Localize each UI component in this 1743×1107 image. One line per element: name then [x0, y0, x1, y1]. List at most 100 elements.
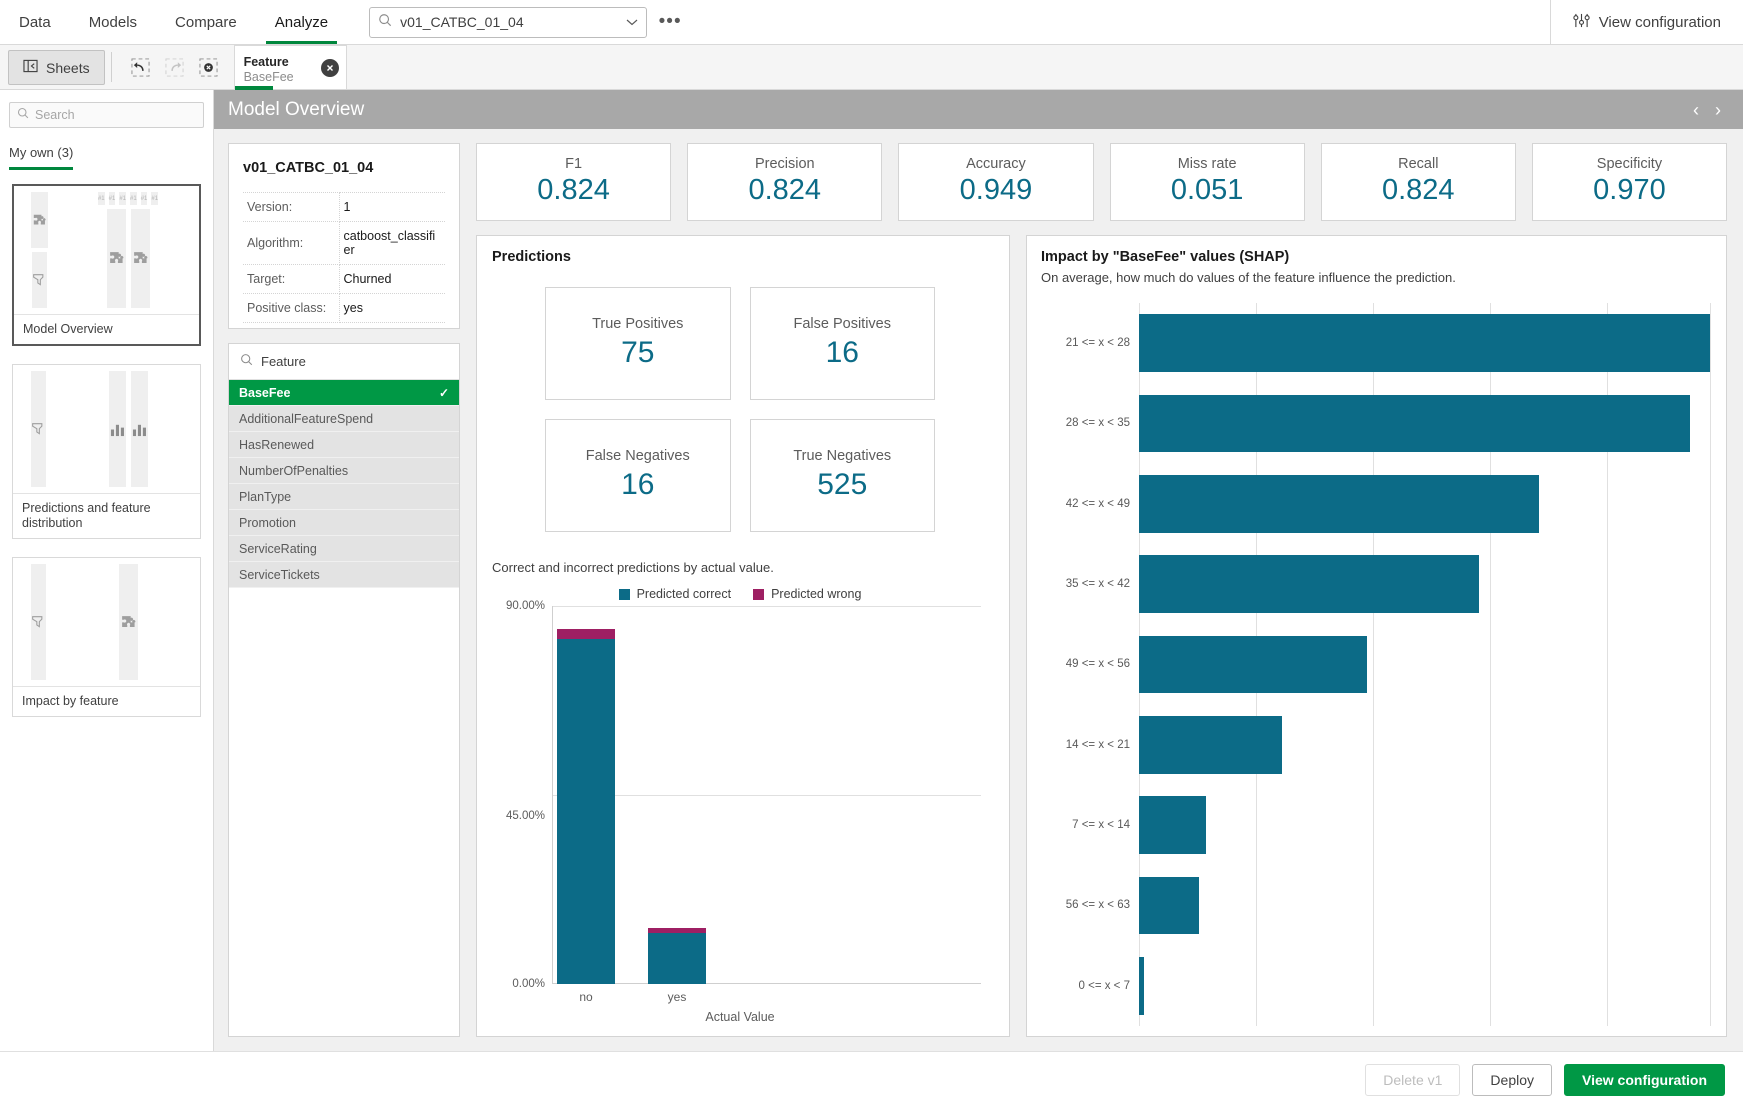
model-info-key: Positive class: — [243, 293, 340, 323]
shap-bar[interactable] — [1139, 956, 1144, 1015]
list-item-servicerating[interactable]: ServiceRating — [229, 536, 459, 562]
shap-row-label: 56 <= x < 63 — [1065, 899, 1130, 912]
next-sheet-button[interactable]: › — [1715, 101, 1721, 119]
shap-bar[interactable] — [1139, 394, 1690, 453]
nav-tab-label: Analyze — [274, 13, 329, 31]
filter-pane-icon — [30, 371, 46, 487]
bar-segment-predicted-correct[interactable] — [648, 933, 706, 984]
bar-segment-predicted-wrong[interactable] — [557, 628, 615, 640]
feature-label: NumberOfPenalties — [239, 463, 349, 478]
nav-tab-label: Data — [19, 13, 51, 31]
shap-row-0[interactable]: 21 <= x < 28 — [1041, 303, 1710, 383]
shap-bar[interactable] — [1139, 715, 1282, 774]
kpi-label: Recall — [1398, 156, 1439, 172]
list-item-servicetickets[interactable]: ServiceTickets — [229, 562, 459, 588]
sheet-search-placeholder: Search — [35, 108, 75, 122]
sheets-button-label: Sheets — [46, 59, 90, 76]
sheet-navigation: ‹ › — [1693, 101, 1729, 119]
shap-bar[interactable] — [1139, 314, 1710, 373]
kpi-label: Miss rate — [1177, 156, 1237, 172]
list-item-numberofpenalties[interactable]: NumberOfPenalties — [229, 458, 459, 484]
deploy-button[interactable]: Deploy — [1472, 1063, 1553, 1096]
shap-bar[interactable] — [1139, 635, 1368, 694]
thumb-kpi: #1 — [97, 192, 105, 205]
shap-row-4[interactable]: 49 <= x < 56 — [1041, 624, 1710, 704]
shap-card: Impact by "BaseFee" values (SHAP) On ave… — [1026, 235, 1727, 1037]
cm-cell-true-negatives: True Negatives 525 — [749, 419, 935, 532]
nav-tab-compare[interactable]: Compare — [156, 0, 256, 44]
bar-stack-no[interactable] — [557, 628, 615, 984]
shap-row-track — [1139, 464, 1710, 544]
cm-label: False Positives — [793, 316, 891, 332]
feature-label: Promotion — [239, 515, 296, 530]
view-configuration-button[interactable]: View configuration — [1564, 1063, 1725, 1096]
plot-area — [552, 606, 981, 984]
shap-bar[interactable] — [1139, 796, 1207, 855]
shap-row-track — [1139, 383, 1710, 463]
nav-tab-models[interactable]: Models — [70, 0, 156, 44]
gridline — [552, 795, 981, 796]
list-item-plantype[interactable]: PlanType — [229, 484, 459, 510]
prev-sheet-button[interactable]: ‹ — [1693, 101, 1699, 119]
selection-chip-feature[interactable]: Feature BaseFee — [233, 45, 347, 90]
shap-row-7[interactable]: 56 <= x < 63 — [1041, 865, 1710, 945]
kpi-label: F1 — [565, 156, 583, 172]
close-icon[interactable] — [320, 58, 339, 77]
sheet-search-input[interactable]: Search — [9, 102, 204, 128]
cm-value: 16 — [621, 468, 655, 501]
legend-swatch — [618, 588, 630, 600]
more-options-button[interactable]: ••• — [657, 9, 683, 35]
shap-bar-chart: 21 <= x < 28 28 <= x < 35 42 <= x < 49 3… — [1041, 303, 1711, 1026]
sheet-card-predictions-and-feature-distribution[interactable]: Predictions and feature distribution — [12, 364, 201, 539]
bar-segment-predicted-correct[interactable] — [557, 639, 615, 984]
legend-item-predicted-wrong[interactable]: Predicted wrong — [753, 587, 861, 601]
kpi-value: 0.051 — [1170, 174, 1244, 206]
nav-tab-analyze[interactable]: Analyze — [256, 0, 347, 44]
sheet-card-impact-by-feature[interactable]: Impact by feature — [12, 557, 201, 717]
toolbar-icon-group — [118, 45, 224, 89]
check-icon: ✓ — [438, 385, 449, 400]
shap-row-track — [1139, 785, 1710, 865]
shap-bar[interactable] — [1139, 876, 1199, 935]
list-item-additionalfeaturespend[interactable]: AdditionalFeatureSpend — [229, 406, 459, 432]
chevron-down-icon[interactable] — [626, 13, 638, 31]
sheet-body: v01_CATBC_01_04 Version: 1 Algorithm: ca… — [214, 129, 1743, 1051]
kpi-row: F1 0.824 Precision 0.824 Accuracy 0.949 — [476, 143, 1728, 221]
shap-row-5[interactable]: 14 <= x < 21 — [1041, 705, 1710, 785]
legend-item-predicted-correct[interactable]: Predicted correct — [618, 587, 731, 601]
kpi-label: Precision — [754, 156, 815, 172]
shap-bar[interactable] — [1139, 474, 1539, 533]
cm-value: 16 — [825, 336, 859, 369]
model-search-select[interactable]: v01_CATBC_01_04 — [369, 6, 648, 38]
sheets-button[interactable]: Sheets — [8, 50, 105, 85]
thumb-right-column: #1 #1 #1 #1 #1 #1 — [63, 192, 193, 308]
kpi-label: Accuracy — [966, 156, 1026, 172]
shap-row-6[interactable]: 7 <= x < 14 — [1041, 785, 1710, 865]
app-root: Data Models Compare Analyze v01_CATBC_01… — [0, 0, 1743, 1107]
shap-row-8[interactable]: 0 <= x < 7 — [1041, 946, 1710, 1026]
tab-my-own[interactable]: My own (3) — [9, 145, 74, 170]
shap-row-2[interactable]: 42 <= x < 49 — [1041, 464, 1710, 544]
shap-row-track — [1139, 865, 1710, 945]
delete-version-button[interactable]: Delete v1 — [1365, 1063, 1461, 1096]
clear-selections-icon[interactable] — [194, 52, 224, 82]
nav-tab-data[interactable]: Data — [0, 0, 70, 44]
feature-filter-pane: Feature BaseFee ✓ AdditionalFeatureSpend — [228, 343, 460, 1037]
undo-icon[interactable] — [126, 52, 156, 82]
shap-row-3[interactable]: 35 <= x < 42 — [1041, 544, 1710, 624]
sheet-area: Model Overview ‹ › v01_CATBC_01_04 Versi… — [214, 90, 1743, 1051]
list-item-promotion[interactable]: Promotion — [229, 510, 459, 536]
thumb-kpi: #1 — [130, 192, 137, 205]
search-icon — [378, 13, 392, 32]
shap-row-label: 14 <= x < 21 — [1065, 738, 1130, 751]
sheet-card-model-overview[interactable]: #1 #1 #1 #1 #1 #1 Model Overview — [12, 184, 201, 346]
sheet-main-column: F1 0.824 Precision 0.824 Accuracy 0.949 — [476, 143, 1728, 1037]
bar-stack-yes[interactable] — [648, 927, 706, 984]
list-item-basefee[interactable]: BaseFee ✓ — [229, 380, 459, 406]
list-item-hasrenewed[interactable]: HasRenewed — [229, 432, 459, 458]
shap-bar[interactable] — [1139, 555, 1479, 614]
view-configuration-link[interactable]: View configuration — [1551, 0, 1743, 44]
feature-filter-header[interactable]: Feature — [229, 344, 459, 380]
redo-icon[interactable] — [160, 52, 190, 82]
shap-row-1[interactable]: 28 <= x < 35 — [1041, 383, 1710, 463]
